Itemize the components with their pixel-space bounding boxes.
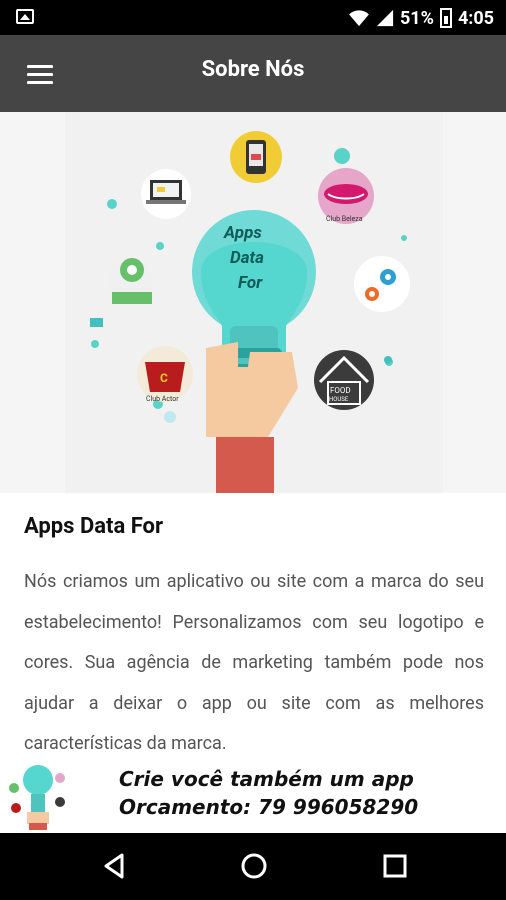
- phone-icon: [230, 131, 282, 183]
- bulb-text-3: For: [238, 273, 263, 293]
- food-text: FOOD: [330, 386, 351, 395]
- lips-caption: Club Beleza: [326, 215, 363, 223]
- battery-icon: [439, 8, 452, 28]
- gears-icon: [354, 256, 410, 312]
- mail-icon: [90, 318, 103, 327]
- status-right: 51% 4:05: [348, 6, 494, 30]
- page-title: Sobre Nós: [201, 57, 305, 82]
- recents-icon[interactable]: [380, 851, 410, 881]
- food-house-text: HOUSE: [329, 396, 349, 403]
- map-pin-icon: [108, 258, 152, 304]
- svg-text:C: C: [160, 371, 168, 385]
- hero-illustration: Apps Data For Club Beleza C Club Actor F…: [90, 131, 410, 493]
- home-icon[interactable]: [239, 851, 269, 881]
- lips-icon: Club Beleza: [318, 168, 374, 224]
- banner-line-2: Orcamento: 79 996058290: [119, 795, 419, 819]
- banner-line-1: Crie você também um app: [119, 767, 414, 791]
- image-icon: [16, 9, 34, 24]
- app-bar: Sobre Nós: [0, 35, 506, 112]
- back-icon[interactable]: [100, 851, 130, 881]
- banner-logo-icon: [9, 765, 65, 830]
- status-bar: 51% 4:05: [0, 0, 506, 35]
- content-section: Apps Data For Nós criamos um aplicativo …: [24, 512, 484, 765]
- seal-icon: C Club Actor: [137, 346, 193, 403]
- content-heading: Apps Data For: [24, 514, 164, 539]
- promo-banner[interactable]: Crie você também um app Orcamento: 79 99…: [0, 757, 506, 833]
- banner-text: Crie você também um app Orcamento: 79 99…: [119, 765, 418, 821]
- bulb-text-1: Apps: [223, 223, 262, 243]
- hand-icon: [206, 342, 298, 493]
- seal-caption: Club Actor: [146, 395, 179, 403]
- house-icon: FOOD HOUSE: [314, 350, 374, 410]
- content-description: Nós criamos um aplicativo ou site com a …: [24, 571, 484, 754]
- clock: 4:05: [457, 7, 494, 29]
- wifi-icon: [349, 10, 369, 27]
- battery-percent: 51%: [399, 7, 434, 29]
- signal-icon: [376, 9, 394, 27]
- laptop-icon: [141, 169, 191, 219]
- bulb-text-2: Data: [230, 248, 264, 268]
- navigation-bar: [0, 833, 506, 900]
- hero-image: Apps Data For Club Beleza C Club Actor F…: [0, 112, 506, 493]
